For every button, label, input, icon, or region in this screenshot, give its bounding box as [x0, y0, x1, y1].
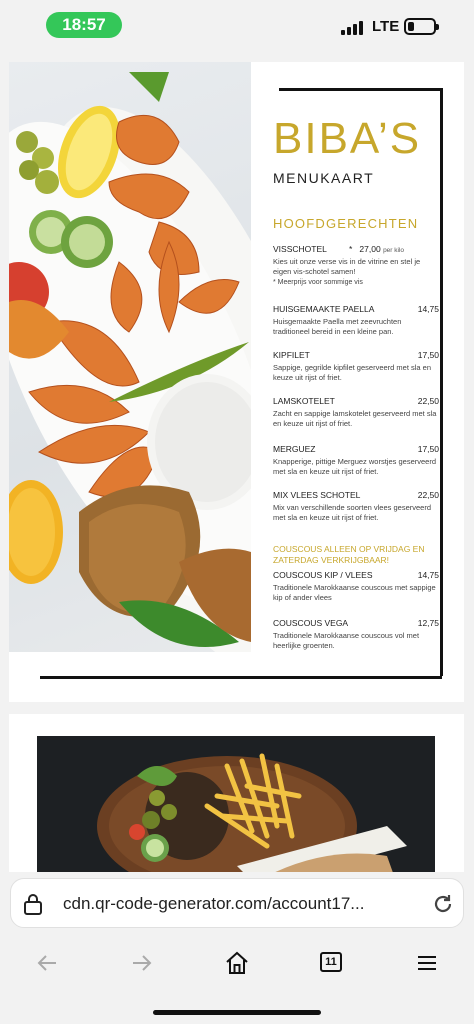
- item-name: COUSCOUS KIP / VLEES: [273, 570, 373, 580]
- menu-subtitle: MENUKAART: [273, 170, 375, 186]
- network-label: LTE: [372, 18, 400, 35]
- item-name: COUSCOUS VEGA: [273, 618, 349, 628]
- tabs-button[interactable]: 11: [320, 948, 350, 978]
- item-name: KIPFILET: [273, 350, 310, 360]
- menu-item: LAMSKOTELET 22,50 Zacht en sappige lamsko…: [273, 396, 439, 429]
- section-title: HOOFDGERECHTEN: [273, 216, 419, 231]
- couscous-availability-note: COUSCOUS ALLEEN OP VRIJDAG EN ZATERDAG V…: [273, 544, 425, 565]
- item-description: Huisgemaakte Paella met zeevruchten trad…: [273, 317, 402, 336]
- menu-item: COUSCOUS VEGA 12,75 Traditionele Marokkaa…: [273, 618, 439, 651]
- menu-panel: BIBA’S MENUKAART HOOFDGERECHTEN VISSCHOT…: [251, 62, 464, 676]
- fries-plate-photo: [37, 736, 435, 872]
- menu-item: COUSCOUS KIP / VLEES 14,75 Traditionele M…: [273, 570, 439, 603]
- home-indicator[interactable]: [153, 1010, 321, 1015]
- frame-line: [279, 88, 443, 91]
- item-name: HUISGEMAAKTE PAELLA: [273, 304, 375, 314]
- menu-item: HUISGEMAAKTE PAELLA 14,75 Huisgemaakte Pa…: [273, 304, 439, 337]
- item-name: LAMSKOTELET: [273, 396, 335, 406]
- item-price: 14,75: [417, 304, 439, 314]
- item-price: 14,75: [417, 570, 439, 580]
- item-price: 17,50: [417, 444, 439, 454]
- status-time[interactable]: 18:57: [46, 12, 122, 38]
- tabs-icon: 11: [320, 952, 342, 972]
- url-text[interactable]: cdn.qr-code-generator.com/account17...: [63, 894, 364, 914]
- item-name: MERGUEZ: [273, 444, 316, 454]
- browser-toolbar: 11: [0, 938, 474, 990]
- lock-icon: [24, 894, 42, 915]
- item-description: Zacht en sappige lamskotelet geserveerd …: [273, 409, 437, 428]
- forward-arrow-icon[interactable]: [127, 948, 157, 978]
- item-description: Knapperige, pittige Merguez worstjes ges…: [273, 457, 437, 476]
- item-description: Mix van verschillende soorten vlees gese…: [273, 503, 431, 522]
- item-price: 17,50: [417, 350, 439, 360]
- menu-item: KIPFILET 17,50 Sappige, gegrilde kipfilet…: [273, 350, 439, 383]
- item-price: * 27,00 per kilo: [349, 244, 405, 254]
- item-description: Traditionele Marokkaanse couscous vol me…: [273, 631, 420, 650]
- address-bar[interactable]: cdn.qr-code-generator.com/account17...: [10, 878, 464, 928]
- restaurant-name: BIBA’S: [273, 114, 422, 163]
- web-content[interactable]: BIBA’S MENUKAART HOOFDGERECHTEN VISSCHOT…: [0, 52, 474, 872]
- frame-line: [440, 88, 443, 676]
- status-bar: 18:57 LTE: [0, 0, 474, 52]
- menu-item: MIX VLEES SCHOTEL 22,50 Mix van verschill…: [273, 490, 439, 523]
- battery-level: [408, 22, 414, 31]
- item-price: 22,50: [417, 490, 439, 500]
- frame-line: [40, 676, 442, 679]
- menu-item: MERGUEZ 17,50 Knapperige, pittige Merguez…: [273, 444, 439, 477]
- menu-icon[interactable]: [412, 948, 442, 978]
- reload-icon[interactable]: [431, 892, 455, 916]
- item-price: 12,75: [417, 618, 439, 628]
- item-description: Sappige, gegrilde kipfilet geserveerd me…: [273, 363, 432, 382]
- seafood-platter-photo: [9, 62, 251, 652]
- menu-item-visschotel: VISSCHOTEL * 27,00 per kilo Kies uit onz…: [273, 244, 439, 286]
- item-description: Traditionele Marokkaanse couscous met sa…: [273, 583, 436, 602]
- item-price: 22,50: [417, 396, 439, 406]
- menu-page-2: [9, 714, 464, 872]
- menu-page-1: BIBA’S MENUKAART HOOFDGERECHTEN VISSCHOT…: [9, 62, 464, 702]
- battery-icon: [404, 18, 439, 35]
- item-name: VISSCHOTEL: [273, 244, 327, 254]
- item-description: Kies uit onze verse vis in de vitrine en…: [273, 257, 421, 276]
- signal-icon: [341, 19, 363, 35]
- home-icon[interactable]: [222, 948, 252, 978]
- back-arrow-icon[interactable]: [32, 948, 62, 978]
- item-name: MIX VLEES SCHOTEL: [273, 490, 361, 500]
- item-note: * Meerprijs voor sommige vis: [273, 279, 363, 286]
